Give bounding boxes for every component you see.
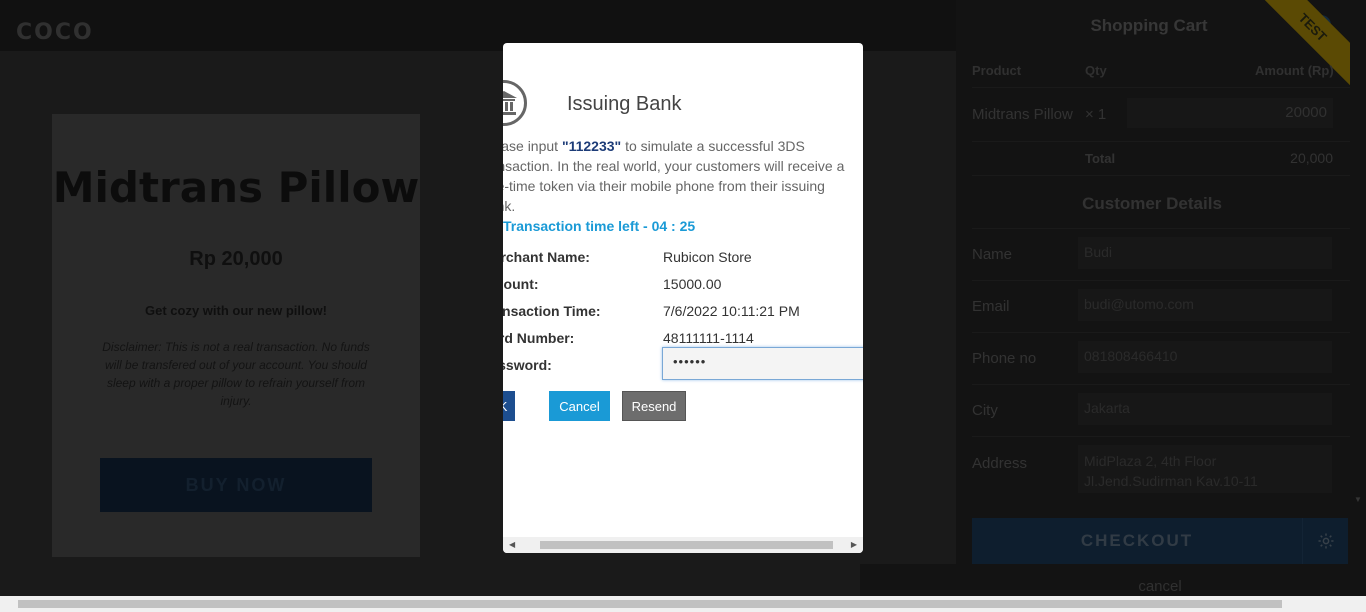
logo[interactable]: COCO [16,20,94,45]
row-label: Password: [503,357,552,373]
product-title: Midtrans Pillow [52,163,420,212]
customer-details-title: Customer Details [1082,194,1222,213]
password-input[interactable]: •••••• [662,347,863,380]
scroll-left-icon[interactable]: ◀ [509,540,515,549]
city-input[interactable]: Jakarta [1078,393,1332,425]
amount-row: Amount: 15000.00 [503,276,863,298]
row-value: 7/6/2022 10:11:21 PM [663,303,800,319]
row-value: 15000.00 [663,276,722,292]
bank-icon [503,80,527,126]
dialog-horizontal-scrollbar[interactable]: ◀ ▶ [503,537,863,553]
column-product: Product [972,63,1022,78]
field-label: Phone no [972,350,1037,367]
field-label: Address [972,455,1028,472]
row-label: Card Number: [503,330,575,346]
field-email: Email budi@utomo.com [972,280,1352,332]
column-qty: Qty [1085,63,1107,78]
item-amount: 20000 [1127,98,1333,128]
row-value: Rubicon Store [663,249,752,265]
cancel-button[interactable]: Cancel [549,391,610,421]
cart-table-header: Product Qty Amount (Rp) [972,58,1352,88]
item-name: Midtrans Pillow [972,106,1073,123]
scroll-thumb[interactable] [18,600,1282,608]
carousel-nav[interactable] [860,564,956,596]
product-price: Rp 20,000 [189,248,283,270]
field-address: Address MidPlaza 2, 4th Floor Jl.Jend.Su… [972,436,1352,496]
scroll-right-icon[interactable]: ▶ [851,540,857,549]
row-value: 48111111-1114 [663,330,754,346]
buy-now-button[interactable]: BUY NOW [100,458,372,512]
field-label: City [972,402,998,419]
resend-button[interactable]: Resend [622,391,686,421]
cart-scrollbar[interactable]: ▼ [1350,0,1366,506]
field-phone: Phone no 081808466410 [972,332,1352,384]
scroll-down-icon[interactable]: ▼ [1354,495,1362,504]
ok-button[interactable]: OK [503,391,515,421]
field-name: Name Budi [972,228,1352,280]
row-label: Transaction Time: [503,303,601,319]
merchant-name-row: Merchant Name: Rubicon Store [503,249,863,271]
total-value: 20,000 [1290,150,1333,166]
address-input[interactable]: MidPlaza 2, 4th Floor Jl.Jend.Sudirman K… [1078,445,1332,493]
dialog-title: Issuing Bank [567,93,682,115]
total-label: Total [1085,151,1116,166]
instructions-text: Please input "112233" to simulate a succ… [503,136,863,216]
field-label: Name [972,246,1013,263]
issuing-bank-dialog: Issuing Bank Please input "112233" to si… [503,43,863,553]
row-label: Merchant Name: [503,249,590,265]
timer-text: Transaction time left - 04 : 25 [503,218,696,234]
cancel-link[interactable]: cancel [1100,578,1220,595]
gear-icon [1318,533,1333,549]
product-disclaimer: Disclaimer: This is not a real transacti… [102,340,370,408]
field-label: Email [972,298,1010,315]
transaction-time-row: Transaction Time: 7/6/2022 10:11:21 PM [503,303,863,325]
email-input[interactable]: budi@utomo.com [1078,289,1332,321]
name-input[interactable]: Budi [1078,237,1332,269]
scroll-thumb[interactable] [540,541,833,549]
cart-item-row: Midtrans Pillow × 1 20000 [972,88,1352,142]
page-horizontal-scrollbar[interactable] [0,596,1366,612]
column-amount: Amount (Rp) [1255,63,1334,78]
row-label: Amount: [503,276,539,292]
item-qty: × 1 [1085,106,1107,123]
transaction-timer: Transaction time left - 04 : 25 [503,218,695,234]
product-tagline: Get cozy with our new pillow! [144,303,327,318]
instructions-prefix: Please input [503,138,559,154]
otp-code: "112233" [561,138,622,154]
settings-button[interactable] [1302,518,1348,564]
dialog-content: Issuing Bank Please input "112233" to si… [503,43,863,537]
phone-input[interactable]: 081808466410 [1078,341,1332,373]
product-card: Midtrans Pillow Rp 20,000 Get cozy with … [52,114,420,557]
cart-total-row: Total 20,000 [972,142,1352,176]
shopping-cart-panel: Shopping Cart 1 TEST Product Qty Amount … [956,0,1366,596]
field-city: City Jakarta [972,384,1352,436]
checkout-button[interactable]: CHECKOUT [972,518,1302,564]
